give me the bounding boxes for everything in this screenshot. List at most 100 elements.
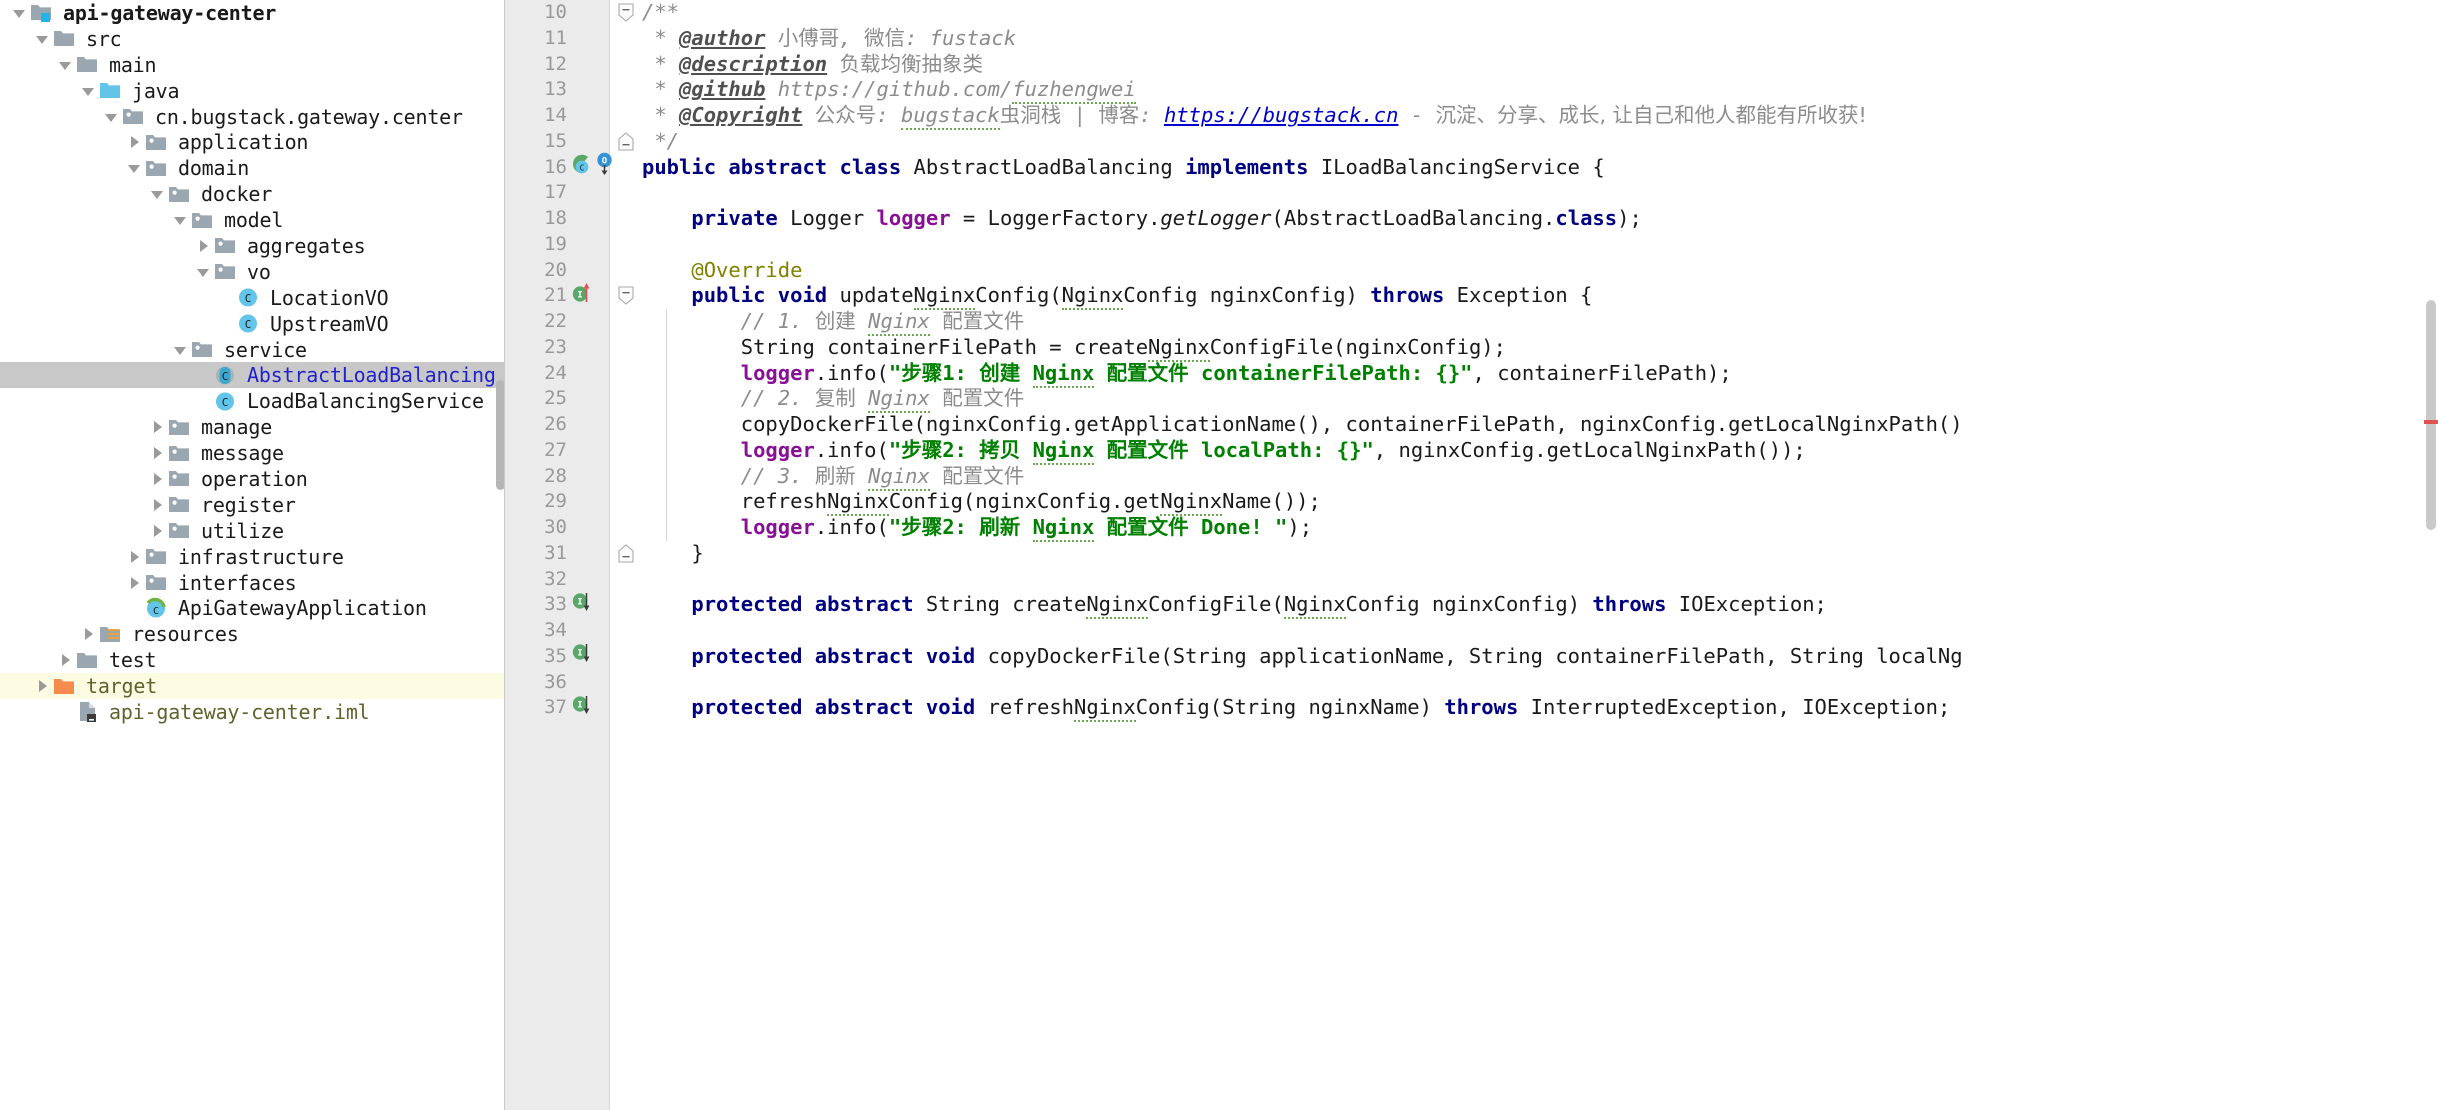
tree-row-apigatewayapplication[interactable]: CApiGatewayApplication [0, 595, 504, 621]
tree-row-cn-bugstack-gateway-center[interactable]: cn.bugstack.gateway.center [0, 104, 504, 130]
tree-row-main[interactable]: main [0, 52, 504, 78]
code-line-20[interactable]: 20 @Override [505, 258, 2438, 284]
tree-row-interfaces[interactable]: interfaces [0, 570, 504, 596]
code-line-17[interactable]: 17 [505, 180, 2438, 206]
chevron-right-icon[interactable] [77, 626, 99, 642]
tree-row-vo[interactable]: vo [0, 259, 504, 285]
code-line-21[interactable]: 21I public void updateNginxConfig(NginxC… [505, 283, 2438, 309]
project-tree-panel[interactable]: api-gateway-centersrcmainjavacn.bugstack… [0, 0, 505, 1110]
tree-row-infrastructure[interactable]: infrastructure [0, 544, 504, 570]
implemented-method-icon[interactable]: I [571, 590, 591, 621]
gutter-icon-group[interactable]: I [571, 592, 611, 618]
chevron-right-icon[interactable] [123, 549, 145, 565]
gutter-icon-group[interactable]: CO [571, 155, 611, 181]
tree-row-test[interactable]: test [0, 647, 504, 673]
overridden-icon[interactable]: O [595, 152, 614, 184]
chevron-right-icon[interactable] [192, 238, 214, 254]
code-fold-start-icon[interactable] [615, 0, 637, 26]
code-line-13[interactable]: 13 * @github https://github.com/fuzhengw… [505, 77, 2438, 103]
tree-row-loadbalancingservice[interactable]: CLoadBalancingService [0, 388, 504, 414]
tree-row-manage[interactable]: manage [0, 414, 504, 440]
tree-row-aggregates[interactable]: aggregates [0, 233, 504, 259]
tree-row-target[interactable]: target [0, 673, 504, 699]
code-line-15[interactable]: 15 */ [505, 129, 2438, 155]
code-line-36[interactable]: 36 [505, 670, 2438, 696]
tree-row-model[interactable]: model [0, 207, 504, 233]
code-line-29[interactable]: 29 refreshNginxConfig(nginxConfig.getNgi… [505, 489, 2438, 515]
gutter-icon-group[interactable]: I [571, 695, 611, 721]
code-line-28[interactable]: 28 // 3. 刷新 Nginx 配置文件 [505, 464, 2438, 490]
tree-row-upstreamvo[interactable]: CUpstreamVO [0, 311, 504, 337]
chevron-right-icon[interactable] [31, 678, 53, 694]
code-line-24[interactable]: 24 logger.info("步骤1: 创建 Nginx 配置文件 conta… [505, 361, 2438, 387]
code-line-10[interactable]: 10/** [505, 0, 2438, 26]
code-line-12[interactable]: 12 * @description 负载均衡抽象类 [505, 52, 2438, 78]
editor-scrollbar-track[interactable] [2424, 0, 2438, 1110]
chevron-down-icon[interactable] [8, 5, 30, 21]
editor-code-area[interactable]: 10/**11 * @author 小傅哥, 微信: fustack12 * @… [505, 0, 2438, 1110]
tree-row-application[interactable]: application [0, 129, 504, 155]
code-line-16[interactable]: 16COpublic abstract class AbstractLoadBa… [505, 155, 2438, 181]
code-line-18[interactable]: 18 private Logger logger = LoggerFactory… [505, 206, 2438, 232]
code-line-26[interactable]: 26 copyDockerFile(nginxConfig.getApplica… [505, 412, 2438, 438]
chevron-right-icon[interactable] [54, 652, 76, 668]
code-line-23[interactable]: 23 String containerFilePath = createNgin… [505, 335, 2438, 361]
chevron-down-icon[interactable] [31, 31, 53, 47]
tree-row-src[interactable]: src [0, 26, 504, 52]
code-fold-start-icon[interactable] [615, 283, 637, 309]
code-line-27[interactable]: 27 logger.info("步骤2: 拷贝 Nginx 配置文件 local… [505, 438, 2438, 464]
code-editor[interactable]: 10/**11 * @author 小傅哥, 微信: fustack12 * @… [505, 0, 2438, 1110]
error-stripe-mark[interactable] [2424, 420, 2438, 424]
code-line-22[interactable]: 22 // 1. 创建 Nginx 配置文件 [505, 309, 2438, 335]
tree-row-locationvo[interactable]: CLocationVO [0, 285, 504, 311]
chevron-down-icon[interactable] [100, 109, 122, 125]
tree-row-docker[interactable]: docker [0, 181, 504, 207]
gutter-icon-group[interactable]: I [571, 283, 611, 309]
chevron-down-icon[interactable] [192, 264, 214, 280]
code-line-11[interactable]: 11 * @author 小傅哥, 微信: fustack [505, 26, 2438, 52]
tree-row-service[interactable]: service [0, 337, 504, 363]
code-line-34[interactable]: 34 [505, 618, 2438, 644]
tree-row-java[interactable]: java [0, 78, 504, 104]
code-line-37[interactable]: 37I protected abstract void refreshNginx… [505, 695, 2438, 721]
code-line-33[interactable]: 33I protected abstract String createNgin… [505, 592, 2438, 618]
code-line-31[interactable]: 31 } [505, 541, 2438, 567]
chevron-right-icon[interactable] [146, 523, 168, 539]
chevron-right-icon[interactable] [146, 471, 168, 487]
editor-scrollbar-thumb[interactable] [2426, 300, 2436, 530]
code-fold-end-icon[interactable] [615, 541, 637, 567]
chevron-right-icon[interactable] [146, 419, 168, 435]
code-line-14[interactable]: 14 * @Copyright 公众号: bugstack虫洞栈 | 博客: h… [505, 103, 2438, 129]
code-line-25[interactable]: 25 // 2. 复制 Nginx 配置文件 [505, 386, 2438, 412]
chevron-right-icon[interactable] [123, 575, 145, 591]
project-tree-scrollbar[interactable] [496, 380, 505, 490]
tree-row-utilize[interactable]: utilize [0, 518, 504, 544]
chevron-down-icon[interactable] [169, 212, 191, 228]
tree-row-api-gateway-center[interactable]: api-gateway-center [0, 0, 504, 26]
tree-row-message[interactable]: message [0, 440, 504, 466]
chevron-down-icon[interactable] [54, 57, 76, 73]
chevron-down-icon[interactable] [146, 186, 168, 202]
class-run-icon[interactable]: C [571, 153, 593, 182]
chevron-right-icon[interactable] [146, 497, 168, 513]
tree-row-resources[interactable]: resources [0, 621, 504, 647]
chevron-down-icon[interactable] [77, 83, 99, 99]
chevron-right-icon[interactable] [123, 134, 145, 150]
tree-row-api-gateway-center-iml[interactable]: api-gateway-center.iml [0, 699, 504, 725]
tree-row-register[interactable]: register [0, 492, 504, 518]
implementing-method-icon[interactable]: I [571, 280, 591, 312]
implemented-method-icon[interactable]: I [571, 641, 591, 672]
code-line-32[interactable]: 32 [505, 567, 2438, 593]
tree-row-operation[interactable]: operation [0, 466, 504, 492]
chevron-down-icon[interactable] [169, 342, 191, 358]
code-line-19[interactable]: 19 [505, 232, 2438, 258]
code-line-35[interactable]: 35I protected abstract void copyDockerFi… [505, 644, 2438, 670]
code-fold-end-icon[interactable] [615, 129, 637, 155]
implemented-method-icon[interactable]: I [571, 693, 591, 724]
gutter-icon-group[interactable]: I [571, 644, 611, 670]
tree-row-abstractloadbalancing[interactable]: CAbstractLoadBalancing [0, 362, 504, 388]
chevron-down-icon[interactable] [123, 160, 145, 176]
chevron-right-icon[interactable] [146, 445, 168, 461]
code-line-30[interactable]: 30 logger.info("步骤2: 刷新 Nginx 配置文件 Done!… [505, 515, 2438, 541]
tree-row-domain[interactable]: domain [0, 155, 504, 181]
